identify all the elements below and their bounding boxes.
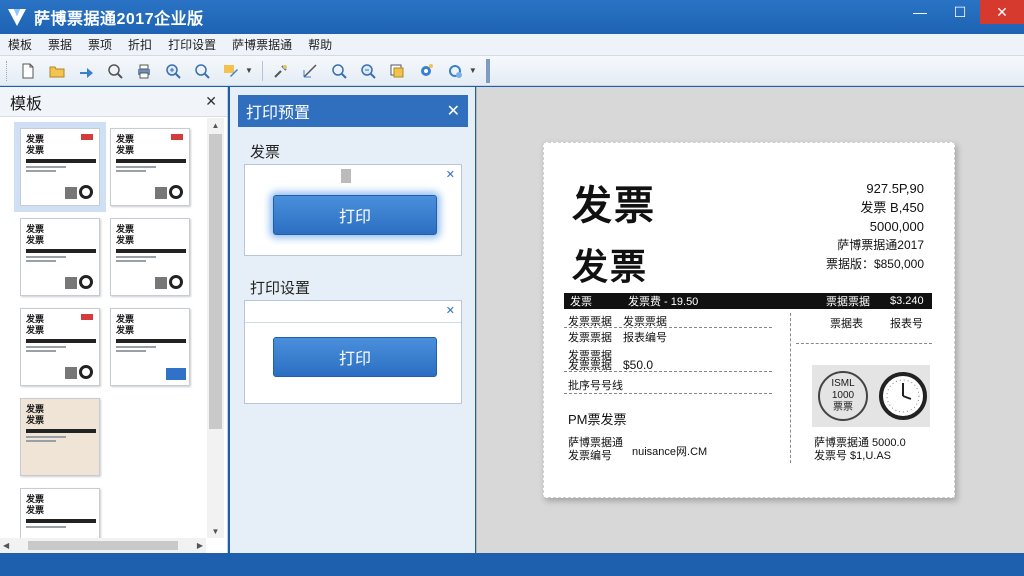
menu-item-discount[interactable]: 折扣 <box>120 36 160 53</box>
template-thumbnail[interactable]: 发票 发票 <box>110 218 190 296</box>
invoice-row: 发票票据 报表编号 <box>568 332 667 344</box>
invoice-footer-mid: nuisance网.CM <box>632 446 708 458</box>
invoice-stamp-area: ISML 1000 票票 <box>812 365 930 427</box>
templates-panel-header: 模板 ✕ <box>0 87 227 117</box>
print-settings-box: ✕ 打印 <box>244 300 462 404</box>
clock-icon <box>879 372 927 420</box>
template-thumbnail[interactable]: 发票 发票 <box>20 398 100 476</box>
print-button[interactable]: 打印 <box>273 337 437 377</box>
template-thumbnail[interactable]: 发票 发票 <box>20 218 100 296</box>
template-thumbnail[interactable]: 发票 发票 <box>20 488 100 538</box>
zoom-icon[interactable] <box>102 59 128 83</box>
close-icon[interactable]: ✕ <box>446 168 455 181</box>
scroll-left-icon[interactable]: ◀ <box>3 541 9 550</box>
print-preview-header: 打印预置 ✕ <box>238 95 468 127</box>
close-icon[interactable]: ✕ <box>205 93 217 110</box>
menu-bar: 模板 票据 票项 折扣 打印设置 萨博票据通 帮助 <box>0 34 1024 56</box>
menu-item-app[interactable]: 萨博票据通 <box>224 36 300 53</box>
open-folder-icon[interactable] <box>44 59 70 83</box>
toolbar-separator <box>485 58 490 83</box>
preview-canvas: 发票 发票 927.5P,90 发票 B,450 5000,000 萨博票据通2… <box>476 87 1024 553</box>
maximize-button[interactable]: ☐ <box>940 0 980 24</box>
close-button[interactable]: ✕ <box>980 0 1024 24</box>
chevron-down-icon[interactable]: ▼ <box>469 66 477 75</box>
print-settings-section-label: 打印设置 <box>250 280 311 297</box>
menu-item-print-settings[interactable]: 打印设置 <box>160 36 224 53</box>
invoice-pm-label: PM票发票 <box>568 412 627 427</box>
invoice-right-col: 票据表 <box>830 318 863 330</box>
window-controls: — ☐ ✕ <box>900 0 1024 24</box>
templates-panel: 模板 ✕ 发票 发票 发票 发票 发票 发票 发票 发票 发票 发票 发票 发票… <box>0 87 228 553</box>
selected-badge-icon <box>165 367 187 381</box>
template-thumbnail[interactable]: 发票 发票 <box>110 128 190 206</box>
print-preview-title: 打印预置 <box>246 105 311 122</box>
layer-icon[interactable] <box>384 59 410 83</box>
close-icon[interactable]: ✕ <box>446 304 455 317</box>
templates-panel-title: 模板 <box>10 95 43 113</box>
invoice-row: 批序号号线 <box>568 380 623 392</box>
new-file-icon[interactable] <box>15 59 41 83</box>
invoice-right-col: 报表号 <box>890 318 923 330</box>
template-thumbnail[interactable]: 发票 发票 <box>20 308 100 386</box>
edit-icon[interactable] <box>218 59 244 83</box>
toolbar-grip[interactable] <box>6 60 9 81</box>
scroll-right-icon[interactable]: ▶ <box>197 541 203 550</box>
tools-icon[interactable] <box>268 59 294 83</box>
title-bar: 萨博票据通2017企业版 — ☐ ✕ <box>0 0 1024 34</box>
print-button[interactable]: 打印 <box>273 195 437 235</box>
settings-icon[interactable] <box>413 59 439 83</box>
stamp-seal: ISML 1000 票票 <box>818 371 868 421</box>
invoice-heading: 发票 <box>572 246 649 287</box>
scroll-up-icon[interactable]: ▲ <box>207 118 224 132</box>
menu-item-items[interactable]: 票项 <box>80 36 120 53</box>
toolbar: ▼ ▼ <box>0 56 1024 86</box>
zoom-in-icon[interactable] <box>160 59 186 83</box>
menu-item-help[interactable]: 帮助 <box>300 36 340 53</box>
line-icon[interactable] <box>297 59 323 83</box>
scrollbar-thumb[interactable] <box>209 134 222 429</box>
status-bar <box>0 553 1024 576</box>
scrollbar-thumb[interactable] <box>28 541 178 550</box>
template-thumbnail[interactable]: 发票 发票 <box>14 122 106 212</box>
zoom-out-icon[interactable] <box>355 59 381 83</box>
chevron-down-icon[interactable]: ▼ <box>245 66 253 75</box>
close-icon[interactable]: ✕ <box>447 101 460 121</box>
invoice-footer-left: 萨博票据通 发票编号 <box>568 437 623 462</box>
template-thumbnail[interactable]: 发票 发票 <box>110 308 190 386</box>
invoice-paper: 发票 发票 927.5P,90 发票 B,450 5000,000 萨博票据通2… <box>543 142 955 498</box>
template-list: 发票 发票 发票 发票 发票 发票 发票 发票 发票 发票 发票 发票 发票 发… <box>0 118 206 538</box>
slider-handle[interactable] <box>341 169 351 183</box>
horizontal-scrollbar[interactable]: ◀ ▶ <box>0 538 206 553</box>
app-logo-icon <box>8 9 26 26</box>
invoice-heading: 发票 <box>572 184 656 228</box>
menu-item-invoices[interactable]: 票据 <box>40 36 80 53</box>
print-preview-panel: 打印预置 ✕ 发票 ✕ 打印 打印设置 ✕ 打印 <box>230 87 475 553</box>
invoice-section-label: 发票 <box>250 144 281 161</box>
minimize-button[interactable]: — <box>900 0 940 24</box>
toolbar-separator <box>261 60 263 81</box>
scroll-down-icon[interactable]: ▼ <box>207 524 224 538</box>
search-icon[interactable] <box>189 59 215 83</box>
print-icon[interactable] <box>131 59 157 83</box>
app-title: 萨博票据通2017企业版 <box>34 11 204 28</box>
invoice-header-bar: 发票 发票费 - 19.50 票据票据 $3.240 <box>564 293 932 309</box>
invoice-print-box: ✕ 打印 <box>244 164 462 256</box>
search-icon[interactable] <box>326 59 352 83</box>
export-icon[interactable] <box>73 59 99 83</box>
refresh-icon[interactable] <box>442 59 468 83</box>
vertical-scrollbar[interactable]: ▲ ▼ <box>207 118 224 538</box>
menu-item-templates[interactable]: 模板 <box>0 36 40 53</box>
invoice-footer-right: 萨博票据通 5000.0 发票号 $1,U.AS <box>814 437 906 462</box>
invoice-header-info: 927.5P,90 发票 B,450 5000,000 萨博票据通2017 票据… <box>825 181 924 271</box>
